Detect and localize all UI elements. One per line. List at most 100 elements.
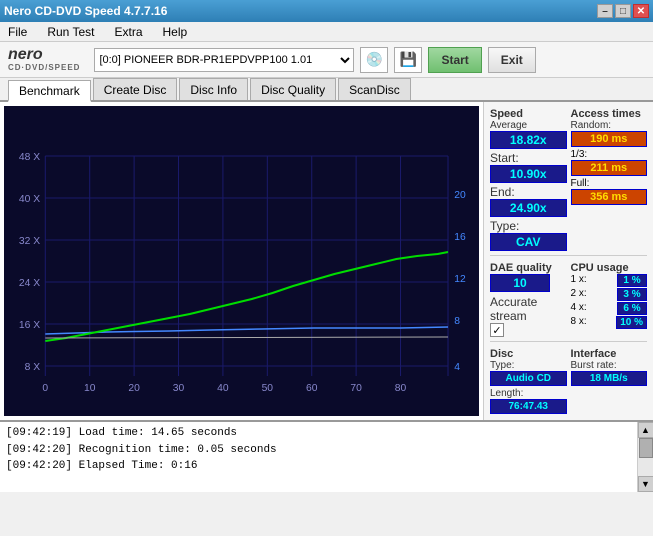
interface-header: Interface — [571, 348, 648, 360]
start-speed-label: Start: — [490, 151, 519, 165]
disc-header: Disc — [490, 348, 567, 360]
type-label: Type: — [490, 219, 519, 233]
scroll-thumb[interactable] — [639, 438, 653, 458]
burst-label: Burst rate: — [571, 360, 648, 371]
speed-header: Speed — [490, 108, 567, 120]
chart-svg: 8 X 16 X 24 X 32 X 40 X 48 X 4 8 12 16 2… — [4, 106, 479, 416]
scroll-track — [638, 438, 653, 476]
type-value: CAV — [490, 233, 567, 251]
svg-text:8: 8 — [454, 316, 460, 327]
access-header: Access times — [571, 108, 648, 120]
svg-text:16: 16 — [454, 232, 466, 243]
scroll-down-button[interactable]: ▼ — [638, 476, 653, 492]
accurate-stream-row: ✓ — [490, 323, 567, 337]
disc-type-value: Audio CD — [490, 371, 567, 386]
dae-header: DAE quality — [490, 262, 567, 274]
app-title: Nero CD-DVD Speed 4.7.7.16 — [4, 4, 167, 18]
svg-text:32 X: 32 X — [19, 236, 40, 247]
nero-logo: nero CD·DVD/SPEED — [8, 47, 80, 72]
random-value: 190 ms — [571, 131, 648, 147]
cpu-4x-label: 4 x: — [571, 302, 587, 315]
svg-text:80: 80 — [395, 383, 407, 394]
tab-disc-quality[interactable]: Disc Quality — [250, 78, 336, 100]
log-content: [09:42:19] Load time: 14.65 seconds [09:… — [0, 422, 637, 492]
svg-text:20: 20 — [128, 383, 140, 394]
menu-file[interactable]: File — [4, 23, 31, 41]
start-speed-value: 10.90x — [490, 165, 567, 183]
tabs-bar: Benchmark Create Disc Disc Info Disc Qua… — [0, 78, 653, 102]
svg-text:70: 70 — [350, 383, 362, 394]
log-area: [09:42:19] Load time: 14.65 seconds [09:… — [0, 420, 653, 492]
disc-icon-button[interactable]: 💿 — [360, 47, 388, 73]
average-label: Average — [490, 120, 567, 131]
log-line-3: [09:42:20] Elapsed Time: 0:16 — [6, 458, 631, 475]
svg-text:40: 40 — [217, 383, 229, 394]
cpu-8x-label: 8 x: — [571, 316, 587, 329]
menu-run-test[interactable]: Run Test — [43, 23, 98, 41]
maximize-button[interactable]: □ — [615, 4, 631, 18]
menu-bar: File Run Test Extra Help — [0, 22, 653, 42]
cpu-1x-value: 1 % — [617, 274, 647, 287]
one-third-value: 211 ms — [571, 160, 648, 176]
svg-text:24 X: 24 X — [19, 278, 40, 289]
log-line-1: [09:42:19] Load time: 14.65 seconds — [6, 425, 631, 442]
cpu-4x-value: 6 % — [617, 302, 647, 315]
window-controls: – □ ✕ — [597, 4, 649, 18]
exit-button[interactable]: Exit — [488, 47, 536, 73]
cd-dvd-speed-brand: CD·DVD/SPEED — [8, 63, 80, 72]
log-line-2: [09:42:20] Recognition time: 0.05 second… — [6, 442, 631, 459]
divider-1 — [490, 255, 647, 256]
divider-2 — [490, 341, 647, 342]
svg-text:10: 10 — [84, 383, 96, 394]
svg-text:12: 12 — [454, 274, 466, 285]
burst-value: 18 MB/s — [571, 371, 648, 386]
end-speed-label: End: — [490, 185, 515, 199]
disc-length-label: Length: — [490, 388, 567, 399]
random-label: Random: — [571, 120, 648, 131]
disc-length-value: 76:47.43 — [490, 399, 567, 414]
close-button[interactable]: ✕ — [633, 4, 649, 18]
benchmark-chart: 8 X 16 X 24 X 32 X 40 X 48 X 4 8 12 16 2… — [4, 106, 479, 416]
full-label: Full: — [571, 178, 648, 189]
tab-disc-info[interactable]: Disc Info — [179, 78, 248, 100]
log-scrollbar: ▲ ▼ — [637, 422, 653, 492]
cpu-2x-label: 2 x: — [571, 288, 587, 301]
end-speed-value: 24.90x — [490, 199, 567, 217]
menu-help[interactable]: Help — [159, 23, 192, 41]
accurate-stream-label: Accurate stream — [490, 295, 567, 323]
svg-text:20: 20 — [454, 190, 466, 201]
toolbar: nero CD·DVD/SPEED [0:0] PIONEER BDR-PR1E… — [0, 42, 653, 78]
cpu-1x-label: 1 x: — [571, 274, 587, 287]
svg-text:16 X: 16 X — [19, 320, 40, 331]
stats-panel: Speed Average 18.82x Start: 10.90x End: … — [483, 102, 653, 420]
disc-type-label: Type: — [490, 360, 567, 371]
tab-benchmark[interactable]: Benchmark — [8, 80, 91, 102]
main-content: 8 X 16 X 24 X 32 X 40 X 48 X 4 8 12 16 2… — [0, 102, 653, 420]
nero-brand: nero — [8, 47, 43, 63]
drive-select[interactable]: [0:0] PIONEER BDR-PR1EPDVPP100 1.01 — [94, 48, 354, 72]
svg-text:8 X: 8 X — [25, 362, 41, 373]
svg-text:4: 4 — [454, 362, 460, 373]
svg-text:48 X: 48 X — [19, 152, 40, 163]
cpu-2x-value: 3 % — [617, 288, 647, 301]
accurate-stream-checkbox[interactable]: ✓ — [490, 323, 504, 337]
minimize-button[interactable]: – — [597, 4, 613, 18]
title-bar: Nero CD-DVD Speed 4.7.7.16 – □ ✕ — [0, 0, 653, 22]
svg-text:40 X: 40 X — [19, 194, 40, 205]
average-value: 18.82x — [490, 131, 567, 149]
svg-text:0: 0 — [42, 383, 48, 394]
dae-value: 10 — [490, 274, 550, 292]
cpu-8x-value: 10 % — [616, 316, 647, 329]
scroll-up-button[interactable]: ▲ — [638, 422, 653, 438]
start-button[interactable]: Start — [428, 47, 481, 73]
one-third-label: 1/3: — [571, 149, 648, 160]
svg-text:30: 30 — [173, 383, 185, 394]
tab-create-disc[interactable]: Create Disc — [93, 78, 178, 100]
svg-text:60: 60 — [306, 383, 318, 394]
tab-scan-disc[interactable]: ScanDisc — [338, 78, 411, 100]
menu-extra[interactable]: Extra — [110, 23, 146, 41]
svg-text:50: 50 — [262, 383, 274, 394]
cpu-header: CPU usage — [571, 262, 648, 274]
full-value: 356 ms — [571, 189, 648, 205]
save-button[interactable]: 💾 — [394, 47, 422, 73]
